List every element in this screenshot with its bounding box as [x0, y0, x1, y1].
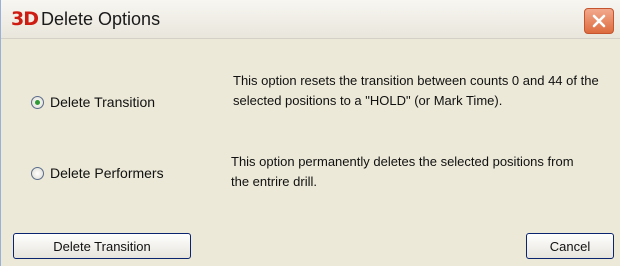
close-button[interactable]	[584, 8, 614, 34]
dialog-body: Delete Transition This option resets the…	[1, 39, 620, 266]
dialog-title: Delete Options	[41, 9, 161, 29]
delete-options-dialog: 3D Delete Options Delete Transition This…	[0, 0, 620, 266]
close-icon	[592, 14, 606, 28]
delete-transition-radio[interactable]	[31, 95, 44, 109]
delete-performers-label[interactable]: Delete Performers	[50, 165, 164, 181]
delete-transition-label[interactable]: Delete Transition	[50, 94, 155, 110]
delete-performers-option[interactable]: Delete Performers	[31, 165, 164, 181]
title-bar[interactable]: 3D Delete Options	[1, 0, 620, 39]
delete-transition-button[interactable]: Delete Transition	[13, 233, 191, 259]
delete-performers-description: This option permanently deletes the sele…	[231, 154, 574, 189]
delete-transition-description: This option resets the transition betwee…	[233, 73, 599, 108]
delete-performers-radio[interactable]	[31, 166, 44, 180]
cancel-button[interactable]: Cancel	[526, 233, 614, 259]
delete-transition-option[interactable]: Delete Transition	[31, 94, 155, 110]
app-logo-icon: 3D	[11, 8, 39, 30]
